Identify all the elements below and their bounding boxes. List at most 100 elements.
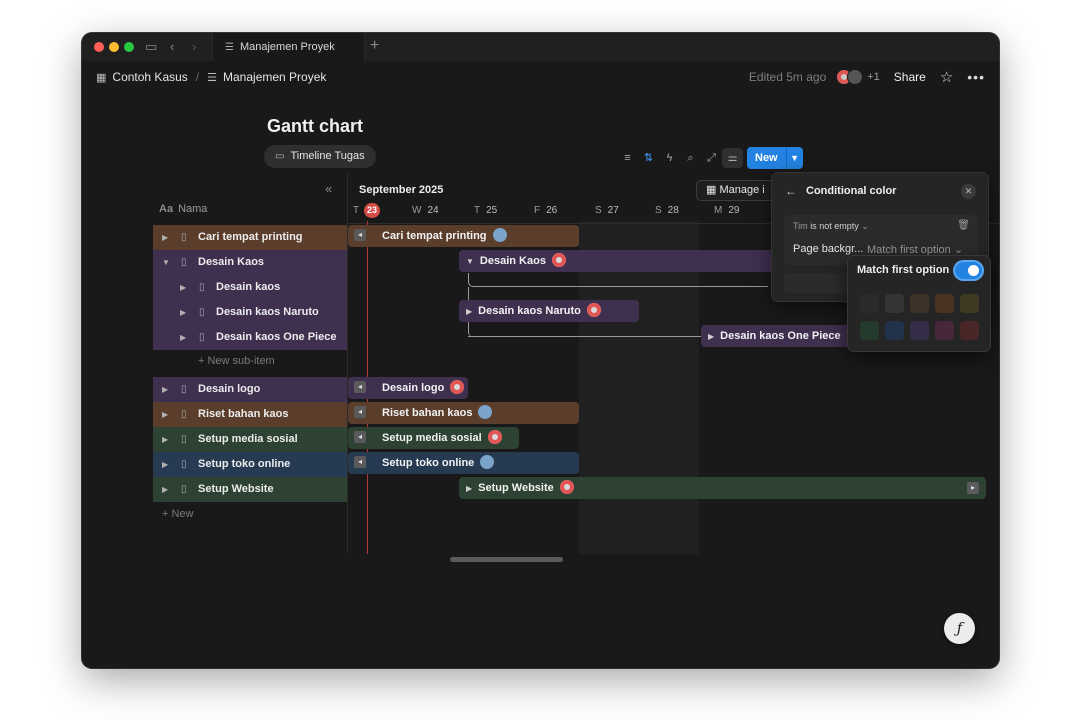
- day-dow: M: [714, 205, 723, 216]
- settings-icon[interactable]: ⚌: [722, 148, 743, 168]
- expand-icon[interactable]: ⤢: [701, 148, 722, 168]
- avatar[interactable]: [847, 69, 864, 85]
- color-swatch[interactable]: [885, 294, 904, 313]
- list-item[interactable]: ▶ ▯ Desain logo: [153, 377, 347, 402]
- toggle-icon[interactable]: ▶: [162, 477, 168, 502]
- gantt-bar[interactable]: ▶ Desain kaos One Piece: [701, 325, 851, 347]
- list-item[interactable]: ▶ ▯ Cari tempat printing: [153, 225, 347, 250]
- share-button[interactable]: Share: [894, 70, 926, 84]
- toggle-icon[interactable]: ▼: [466, 257, 474, 266]
- horizontal-scrollbar[interactable]: [450, 557, 563, 562]
- sort-icon[interactable]: ⇅: [638, 148, 659, 168]
- maximize-dot[interactable]: [124, 42, 134, 52]
- toggle-icon[interactable]: ▶: [162, 427, 168, 452]
- forward-icon[interactable]: ›: [192, 38, 196, 56]
- gantt-bar[interactable]: ◂ Riset bahan kaos: [348, 402, 579, 424]
- color-swatch[interactable]: [960, 321, 979, 340]
- color-swatch[interactable]: [860, 294, 879, 313]
- arrow-left-icon[interactable]: ◂: [354, 406, 366, 419]
- extra-collaborators[interactable]: +1: [867, 71, 880, 83]
- arrow-right-icon[interactable]: ▸: [967, 482, 979, 494]
- list-item[interactable]: ▶ ▯ Desain kaos Naruto: [153, 300, 347, 325]
- more-icon[interactable]: •••: [967, 69, 985, 85]
- back-icon[interactable]: ←: [785, 184, 797, 198]
- color-swatch[interactable]: [935, 294, 954, 313]
- close-icon[interactable]: ✕: [961, 184, 976, 199]
- arrow-left-icon[interactable]: ◂: [354, 456, 366, 469]
- filter-icon[interactable]: ≡: [617, 148, 638, 168]
- day-num: 24: [427, 205, 439, 216]
- arrow-left-icon[interactable]: ◂: [354, 431, 366, 444]
- page-icon: ▯: [181, 484, 187, 495]
- tab-bar: ▭ ‹ › ☰ Manajemen Proyek +: [82, 33, 999, 61]
- list-item-label: Setup toko online: [198, 458, 291, 470]
- plus-icon[interactable]: +: [370, 37, 379, 55]
- view-tab[interactable]: ▭ Timeline Tugas: [264, 145, 376, 168]
- day-label: S 27: [595, 205, 619, 216]
- toggle-icon[interactable]: ▶: [466, 484, 472, 493]
- breadcrumb-page[interactable]: Manajemen Proyek: [223, 70, 326, 84]
- avatar: [586, 303, 601, 318]
- color-swatch[interactable]: [860, 321, 879, 340]
- gantt-bar[interactable]: ◂ Setup toko online: [348, 452, 579, 474]
- timeline-icon: ▭: [275, 151, 285, 162]
- color-swatch[interactable]: [910, 321, 929, 340]
- arrow-left-icon[interactable]: ◂: [354, 381, 366, 394]
- page-icon: ▯: [199, 282, 205, 293]
- toggle-icon[interactable]: ▶: [162, 377, 168, 402]
- list-item[interactable]: ▶ ▯ Setup Website: [153, 477, 347, 502]
- text-property-icon: Aa: [159, 203, 174, 215]
- new-button[interactable]: New: [747, 147, 786, 169]
- toggle-icon[interactable]: ▶: [162, 225, 168, 250]
- sidebar-icon[interactable]: ▭: [145, 38, 157, 56]
- gantt-bar[interactable]: ◂ Setup media sosial: [348, 427, 519, 449]
- chevron-down-icon[interactable]: ▼: [785, 147, 803, 169]
- add-rule-area[interactable]: [784, 273, 854, 293]
- match-first-option-toggle[interactable]: [955, 262, 982, 279]
- gantt-bar[interactable]: ▼ Desain Kaos: [459, 250, 779, 272]
- color-swatch[interactable]: [885, 321, 904, 340]
- calendar-icon: ▦: [706, 184, 720, 196]
- lightning-icon[interactable]: ϟ: [659, 148, 680, 168]
- page-icon: ▯: [181, 459, 187, 470]
- toggle-icon[interactable]: ▶: [162, 402, 168, 427]
- toggle-icon[interactable]: ▶: [180, 325, 186, 350]
- toggle-icon[interactable]: ▶: [466, 307, 472, 316]
- gantt-bar[interactable]: ▶ Setup Website ▸: [459, 477, 986, 499]
- list-item[interactable]: ▶ ▯ Desain kaos One Piece: [153, 325, 347, 350]
- gantt-bar[interactable]: ◂ Cari tempat printing: [348, 225, 579, 247]
- new-item-button[interactable]: + New: [162, 508, 194, 520]
- collapse-icon[interactable]: «: [325, 181, 332, 196]
- list-item[interactable]: ▼ ▯ Desain Kaos: [153, 250, 347, 275]
- condition-filter[interactable]: Tim is not empty ⌄: [793, 221, 869, 232]
- gantt-bar[interactable]: ◂ Desain logo: [348, 377, 468, 399]
- star-icon[interactable]: ☆: [940, 68, 953, 86]
- help-icon[interactable]: ƒ: [944, 613, 975, 644]
- gantt-bar[interactable]: ▶ Desain kaos Naruto: [459, 300, 639, 322]
- back-icon[interactable]: ‹: [170, 38, 174, 56]
- toggle-icon[interactable]: ▶: [180, 300, 186, 325]
- toggle-icon[interactable]: ▶: [162, 452, 168, 477]
- color-swatch[interactable]: [935, 321, 954, 340]
- list-item[interactable]: ▶ ▯ Riset bahan kaos: [153, 402, 347, 427]
- new-subitem-button[interactable]: + New sub-item: [198, 355, 275, 367]
- arrow-left-icon[interactable]: ◂: [354, 229, 366, 242]
- toggle-icon[interactable]: ▶: [180, 275, 186, 300]
- color-swatch[interactable]: [960, 294, 979, 313]
- tab-active[interactable]: ☰ Manajemen Proyek: [212, 33, 365, 61]
- search-icon[interactable]: ⌕: [680, 148, 701, 168]
- breadcrumb-workspace[interactable]: Contoh Kasus: [112, 70, 187, 84]
- toggle-icon[interactable]: ▼: [162, 250, 170, 275]
- avatar: [450, 380, 465, 395]
- trash-icon[interactable]: 🗑: [957, 220, 970, 231]
- list-item[interactable]: ▶ ▯ Setup media sosial: [153, 427, 347, 452]
- column-header-nama[interactable]: Aa Nama: [159, 203, 207, 215]
- toggle-icon[interactable]: ▶: [708, 332, 714, 341]
- color-swatch[interactable]: [910, 294, 929, 313]
- close-dot[interactable]: [94, 42, 104, 52]
- list-item[interactable]: ▶▯Desain kaos Kagurabachi: [153, 275, 347, 318]
- list-item[interactable]: ▶ ▯ Setup toko online: [153, 452, 347, 477]
- new-subitem-label: New sub-item: [207, 355, 275, 367]
- minimize-dot[interactable]: [109, 42, 119, 52]
- avatar: [551, 253, 566, 268]
